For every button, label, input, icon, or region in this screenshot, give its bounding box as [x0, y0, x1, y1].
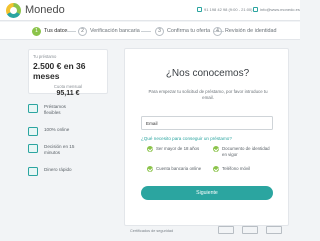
phone-icon [197, 7, 202, 12]
requirement-item: Ser mayor de 18 años [147, 146, 207, 152]
security-seal-icon [218, 226, 234, 234]
requirement-text: Cuenta bancaria online [156, 166, 202, 171]
feature-item: Dinero rápido [28, 167, 72, 176]
certificate-seal-icon [242, 226, 258, 234]
progress-steps: 1 Tus datos 2 Verificación bancaria 3 Co… [0, 22, 300, 40]
feature-text: Decisión en 15 minutos [44, 144, 75, 155]
next-button[interactable]: Siguiente [141, 186, 273, 200]
check-icon [147, 146, 153, 152]
step-revision-identidad: 4 Revisión de identidad [213, 25, 277, 37]
requirement-text: Teléfono móvil [222, 166, 251, 171]
email-field[interactable] [141, 116, 273, 130]
trust-seal-icon [266, 226, 282, 234]
feature-item: Préstamos flexibles [28, 104, 78, 116]
check-icon [213, 146, 219, 152]
step-label: Verificación bancaria [90, 28, 140, 34]
feature-text: 100% online [44, 127, 70, 132]
security-certificates-label: Certificados de seguridad [130, 229, 174, 233]
step-confirma-oferta: 3 Confirma tu oferta [155, 25, 210, 37]
top-header: Monedo 91 198 42 98 (9:00 - 21:00) info@… [0, 0, 300, 21]
step-verificacion-bancaria: 2 Verificación bancaria [78, 25, 140, 37]
form-title: ¿Nos conocemos? [165, 68, 250, 79]
step-tus-datos: 1 Tus datos [32, 25, 67, 37]
check-icon [213, 166, 219, 172]
requirement-text: Documento de identidad en vigor [222, 146, 270, 157]
phone-number: 91 198 42 98 (9:00 - 21:00) [204, 7, 253, 12]
contact-email: info@www.monedo.es [260, 7, 300, 12]
step-number: 4 [213, 26, 222, 36]
step-label: Revisión de identidad [225, 28, 277, 34]
feature-text: Dinero rápido [44, 167, 72, 172]
brand-name[interactable]: Monedo [25, 4, 65, 16]
step-number: 3 [155, 26, 164, 36]
loan-caption: Tu préstamo [33, 54, 57, 59]
requirements-link[interactable]: ¿Qué necesito para conseguir un préstamo… [141, 136, 232, 141]
loan-amount: 2.500 € en 36 meses [33, 61, 86, 81]
step-divider [66, 31, 76, 32]
feature-item: 100% online [28, 127, 70, 136]
step-divider [141, 31, 151, 32]
monthly-fee-label: Cuota mensual [53, 84, 83, 89]
phone-contact[interactable]: 91 198 42 98 (9:00 - 21:00) [197, 7, 252, 12]
requirement-item: Teléfono móvil [213, 166, 271, 172]
online-icon [28, 127, 38, 136]
step-number: 1 [32, 26, 41, 36]
step-number: 2 [78, 26, 87, 36]
monedo-logo-icon[interactable] [6, 3, 21, 18]
loan-summary-card: Tu préstamo 2.500 € en 36 meses Cuota me… [28, 49, 108, 97]
mail-icon [253, 7, 258, 12]
monthly-fee-value: 95,11 € [56, 90, 80, 97]
requirement-item: Documento de identidad en vigor [213, 146, 271, 157]
feature-item: Decisión en 15 minutos [28, 144, 78, 156]
requirement-text: Ser mayor de 18 años [156, 146, 200, 151]
form-intro: Para empezar tu solicitud de préstamo, p… [148, 89, 268, 100]
check-icon [147, 166, 153, 172]
feature-text: Préstamos flexibles [44, 104, 66, 115]
email-contact[interactable]: info@www.monedo.es [253, 7, 300, 12]
clock-icon [28, 144, 38, 153]
signup-form-card: ¿Nos conocemos? Para empezar tu solicitu… [124, 48, 289, 226]
fast-money-icon [28, 167, 38, 176]
requirement-item: Cuenta bancaria online [147, 166, 207, 172]
step-label: Tus datos [44, 28, 68, 34]
step-label: Confirma tu oferta [167, 28, 211, 34]
flexible-loan-icon [28, 104, 38, 113]
